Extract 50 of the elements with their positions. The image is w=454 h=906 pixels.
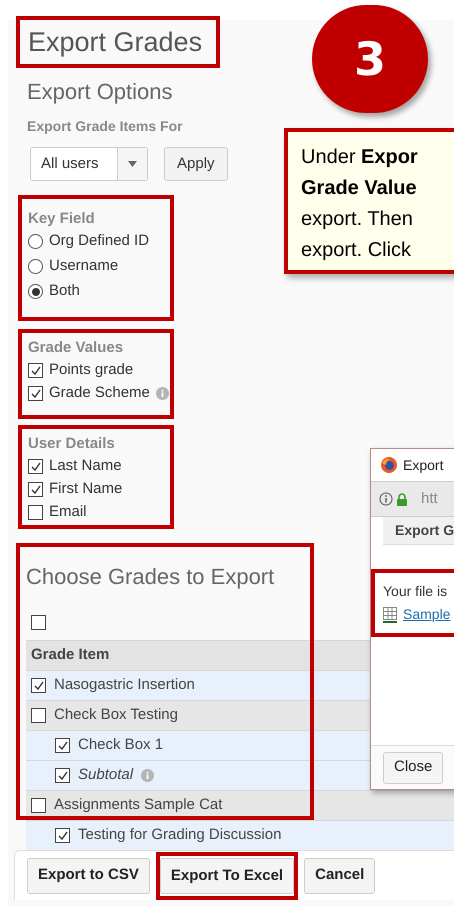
lock-icon (397, 492, 407, 506)
address-text: htt (421, 488, 438, 509)
info-icon[interactable] (379, 492, 393, 506)
option-label: Org Defined ID (49, 231, 150, 252)
browser-logo-icon (381, 457, 397, 473)
grade-item-label: Check Box 1 (78, 735, 164, 756)
checked-checkbox[interactable] (28, 386, 43, 401)
close-button[interactable]: Close (383, 752, 444, 784)
apply-button[interactable]: Apply (164, 147, 228, 181)
checked-checkbox[interactable] (55, 828, 70, 843)
checked-checkbox[interactable] (28, 482, 43, 497)
option-label: First Name (49, 479, 122, 500)
option-label: Points grade (49, 360, 134, 380)
option-label: Username (49, 256, 118, 276)
users-dropdown[interactable]: All users (30, 147, 148, 181)
grade-item-label: Nasogastric Insertion (54, 675, 195, 696)
checked-checkbox[interactable] (55, 768, 70, 783)
grade-item-label: Assignments Sample Cat (54, 795, 222, 816)
popup-heading: Export G (395, 521, 454, 540)
group-title: Key Field (28, 209, 96, 229)
group-title: Grade Values (28, 338, 124, 358)
group-title: User Details (28, 434, 116, 454)
option-label: Grade Scheme (49, 383, 150, 404)
section-title: Export Options (27, 78, 174, 106)
page-title: Export Grades (28, 26, 202, 59)
option-label: Email (49, 502, 87, 522)
caret-icon (128, 161, 137, 167)
spreadsheet-icon (383, 606, 397, 622)
checkbox[interactable] (31, 615, 46, 630)
grade-item-label: Subtotal (78, 765, 134, 786)
option-label: Last Name (49, 456, 122, 476)
checked-checkbox[interactable] (55, 738, 70, 753)
action-button[interactable]: Export to CSV (27, 858, 150, 894)
grade-item-label: Testing for Grading Discussion (78, 825, 282, 846)
option-label: Both (49, 281, 80, 302)
grade-item-label: Check Box Testing (54, 705, 178, 726)
checkbox[interactable] (31, 798, 46, 813)
checked-checkbox[interactable] (28, 459, 43, 474)
checkbox[interactable] (31, 708, 46, 723)
column-heading: Grade Item (31, 645, 110, 666)
field-label: Export Grade Items For (27, 117, 184, 136)
callout-text: Under Expor Grade Value export. Then export. Click (301, 145, 419, 263)
checked-checkbox[interactable] (28, 363, 43, 378)
file-link[interactable]: Sample (403, 604, 450, 625)
action-button[interactable]: Cancel (304, 858, 376, 894)
checkbox[interactable] (28, 505, 43, 520)
popup-title: Export (403, 456, 444, 475)
action-button[interactable]: Export To Excel (160, 858, 294, 894)
checked-checkbox[interactable] (31, 678, 46, 693)
popup-message: Your file is (383, 582, 448, 601)
